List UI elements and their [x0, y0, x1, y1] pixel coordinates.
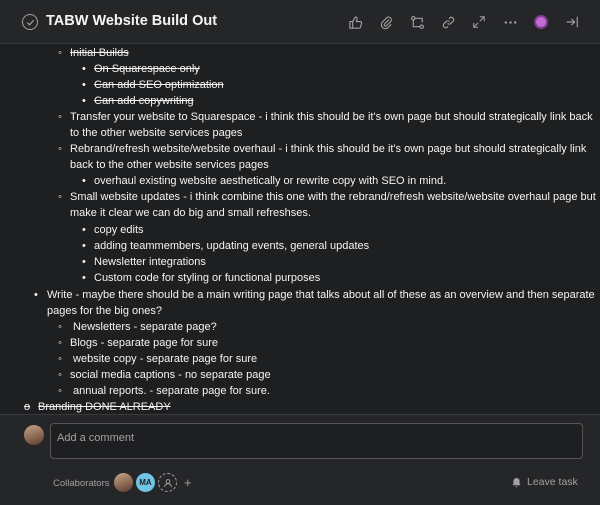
list-item-continuation: back to the other website services pages: [70, 159, 269, 171]
list-item: Branding DONE ALREADY: [38, 401, 171, 413]
list-marker: •: [82, 95, 86, 107]
close-panel-icon[interactable]: [562, 12, 582, 32]
list-marker: •: [82, 79, 86, 91]
bell-icon: [512, 477, 521, 487]
list-item: Initial Builds: [70, 47, 129, 59]
avatar: [24, 425, 44, 445]
paperclip-icon[interactable]: [376, 12, 396, 32]
list-marker: •: [82, 63, 86, 75]
list-item: Rebrand/refresh website/website overhaul…: [70, 143, 587, 155]
list-item: Small website updates - i think combine …: [70, 191, 596, 203]
list-item: copy edits: [94, 224, 144, 236]
list-item: Blogs - separate page for sure: [70, 337, 218, 349]
plus-icon[interactable]: +: [184, 475, 192, 490]
check-circle-icon[interactable]: [22, 14, 38, 30]
list-marker: ◦: [58, 353, 62, 365]
list-item: adding teammembers, updating events, gen…: [94, 240, 370, 252]
list-marker: •: [82, 240, 86, 252]
list-marker: ◦: [58, 337, 62, 349]
task-header: TABW Website Build Out: [0, 0, 600, 44]
list-marker: ◦: [58, 111, 62, 123]
list-item: Newsletters - separate page?: [70, 321, 217, 333]
list-marker: ◦: [58, 47, 62, 59]
list-item: Custom code for styling or functional pu…: [94, 272, 321, 284]
list-item: social media captions - no separate page: [70, 369, 271, 381]
expand-icon[interactable]: [469, 12, 489, 32]
list-marker: ◦: [58, 321, 62, 333]
task-description[interactable]: ◦ Initial Builds • On Squarespace only •…: [0, 44, 600, 414]
list-item: Newsletter integrations: [94, 256, 206, 268]
list-item: website copy - separate page for sure: [70, 353, 258, 365]
list-marker: ◦: [58, 369, 62, 381]
list-marker: •: [82, 175, 86, 187]
list-marker: ◦: [58, 385, 62, 397]
list-item: Write - maybe there should be a main wri…: [47, 289, 595, 301]
subtask-icon[interactable]: [407, 12, 427, 32]
task-title[interactable]: TABW Website Build Out: [46, 13, 217, 29]
list-marker: ◦: [58, 143, 62, 155]
add-collaborator-icon[interactable]: [158, 473, 177, 492]
list-marker: ◦: [58, 191, 62, 203]
list-item-continuation: to the other website services pages: [70, 127, 243, 139]
thumbs-up-icon[interactable]: [345, 12, 365, 32]
list-marker: o: [24, 401, 31, 413]
list-marker: •: [34, 289, 38, 301]
collaborator-list: MA +: [114, 473, 192, 492]
collaborator-avatar[interactable]: MA: [136, 473, 155, 492]
list-item: overhaul existing website aesthetically …: [94, 175, 447, 187]
list-marker: •: [82, 272, 86, 284]
avatar-icon[interactable]: [531, 12, 551, 32]
comment-composer: Add a comment Collaborators MA + Leave t…: [0, 414, 600, 505]
list-item-continuation: pages for the big ones?: [47, 305, 162, 317]
more-icon[interactable]: [500, 12, 520, 32]
list-item-continuation: make it clear we can do big and small re…: [70, 207, 311, 219]
collaborator-avatar[interactable]: [114, 473, 133, 492]
list-item: Can add SEO optimization: [94, 79, 224, 91]
list-marker: •: [82, 256, 86, 268]
list-item: Transfer your website to Squarespace - i…: [70, 111, 593, 123]
list-item: On Squarespace only: [94, 63, 200, 75]
list-item: Can add copywriting: [94, 95, 194, 107]
list-marker: •: [82, 224, 86, 236]
leave-task-button[interactable]: Leave task: [511, 476, 578, 488]
leave-task-label: Leave task: [527, 476, 578, 488]
list-item: annual reports. - separate page for sure…: [70, 385, 270, 397]
collaborators-label: Collaborators: [53, 478, 110, 489]
link-icon[interactable]: [438, 12, 458, 32]
comment-input[interactable]: Add a comment: [50, 423, 583, 459]
